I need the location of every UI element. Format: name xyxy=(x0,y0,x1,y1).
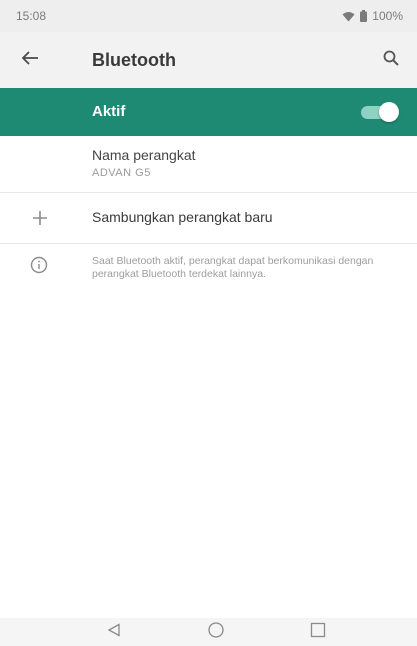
search-button[interactable] xyxy=(379,48,403,72)
search-icon xyxy=(383,50,399,71)
pair-new-device-label: Sambungkan perangkat baru xyxy=(92,209,273,225)
app-bar: Bluetooth xyxy=(0,32,417,88)
square-recents-icon xyxy=(310,622,326,643)
wifi-icon xyxy=(342,11,355,22)
nav-recents-button[interactable] xyxy=(306,621,330,643)
plus-icon xyxy=(30,208,50,228)
status-icons: 100% xyxy=(342,9,403,23)
bluetooth-switch[interactable] xyxy=(359,102,399,122)
nav-back-button[interactable] xyxy=(102,621,126,643)
page-title: Bluetooth xyxy=(92,50,176,70)
toggle-label: Aktif xyxy=(92,103,126,120)
navigation-bar xyxy=(0,618,417,646)
arrow-left-icon xyxy=(21,50,39,71)
device-name-title: Nama perangkat xyxy=(92,147,196,163)
bluetooth-settings-screen: 15:08 100% Bluetooth Aktif Nama perangka… xyxy=(0,0,417,646)
triangle-back-icon xyxy=(107,622,121,642)
device-name-value: ADVAN G5 xyxy=(92,167,151,179)
back-button[interactable] xyxy=(18,48,42,72)
info-icon xyxy=(30,256,48,274)
status-bar: 15:08 100% xyxy=(0,0,417,32)
status-time: 15:08 xyxy=(16,9,47,23)
device-name-item[interactable]: Nama perangkat ADVAN G5 xyxy=(0,136,417,192)
circle-home-icon xyxy=(207,621,225,644)
pair-new-device-item[interactable]: Sambungkan perangkat baru xyxy=(0,193,417,243)
bluetooth-master-toggle-row[interactable]: Aktif xyxy=(0,88,417,136)
info-section: Saat Bluetooth aktif, perangkat dapat be… xyxy=(0,244,417,314)
info-text: Saat Bluetooth aktif, perangkat dapat be… xyxy=(92,255,374,280)
battery-icon xyxy=(360,10,368,22)
nav-home-button[interactable] xyxy=(204,621,228,643)
battery-percent: 100% xyxy=(372,9,403,23)
switch-thumb xyxy=(379,102,399,122)
